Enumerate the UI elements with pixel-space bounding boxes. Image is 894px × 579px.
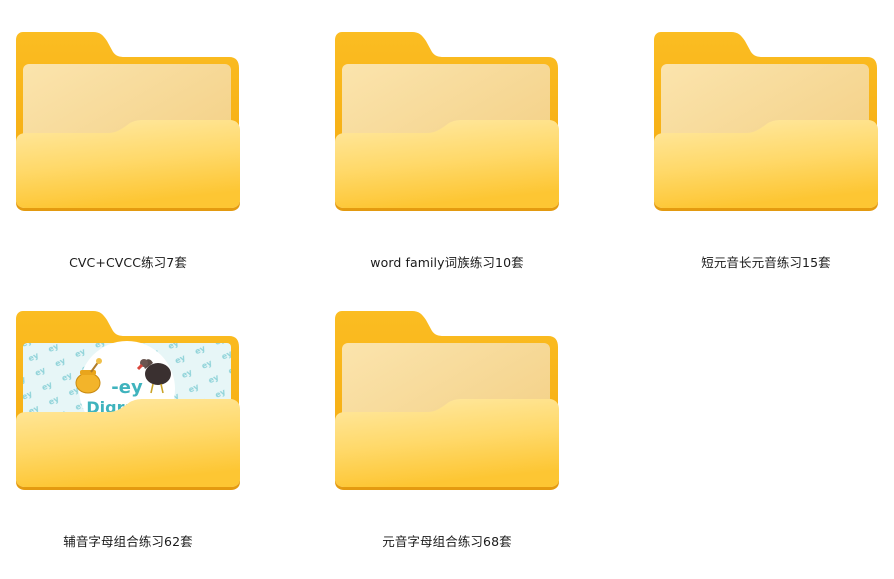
folder-name: 元音字母组合练习68套	[382, 534, 512, 549]
preview-title: -ey	[111, 377, 143, 398]
folder-item[interactable]: 短元音长元音练习15套	[641, 30, 891, 300]
folder-item[interactable]: word family词族练习10套	[322, 30, 572, 300]
folder-item[interactable]: CVC+CVCC练习7套	[3, 30, 253, 300]
folder-name: word family词族练习10套	[370, 255, 524, 270]
folder-name: 短元音长元音练习15套	[701, 255, 831, 270]
folder-name: CVC+CVCC练习7套	[69, 255, 187, 270]
folder-item[interactable]: -ey Digraphs 辅音字母组合练习62套	[3, 309, 253, 579]
folder-icon	[322, 30, 572, 230]
folder-with-preview-icon: -ey Digraphs	[3, 309, 253, 509]
folder-icon	[322, 309, 572, 509]
folder-item[interactable]: 元音字母组合练习68套	[322, 309, 572, 579]
folder-name: 辅音字母组合练习62套	[63, 534, 193, 549]
folder-icon	[641, 30, 891, 230]
folder-icon	[3, 30, 253, 230]
